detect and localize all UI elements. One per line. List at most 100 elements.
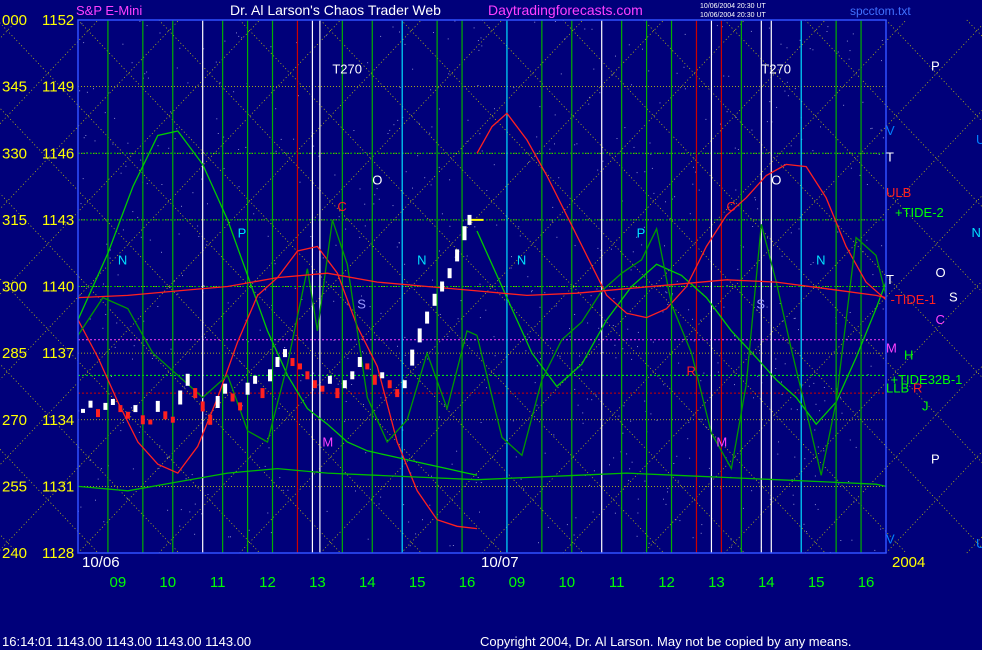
x-tick-label: 16 — [858, 574, 875, 591]
star-dot — [159, 445, 161, 447]
star-dot — [615, 55, 616, 57]
star-dot — [462, 220, 464, 222]
star-dot — [238, 149, 240, 150]
header-file: spcctom.txt — [850, 4, 911, 18]
star-dot — [651, 167, 653, 169]
star-dot — [326, 510, 328, 512]
price-bar — [238, 402, 243, 411]
star-dot — [344, 420, 346, 422]
star-dot — [477, 85, 479, 86]
star-dot — [866, 239, 868, 241]
star-dot — [569, 335, 571, 337]
price-bar — [148, 419, 153, 425]
star-dot — [125, 165, 127, 167]
star-dot — [146, 183, 148, 185]
star-dot — [157, 145, 159, 147]
price-bar — [365, 363, 370, 370]
star-dot — [448, 73, 450, 75]
star-dot — [170, 111, 172, 113]
star-dot — [189, 511, 191, 513]
star-dot — [586, 398, 588, 400]
star-dot — [183, 386, 185, 388]
star-dot — [846, 40, 848, 42]
star-dot — [793, 318, 795, 319]
star-dot — [650, 153, 652, 155]
star-dot — [159, 32, 161, 34]
star-dot — [431, 475, 432, 477]
star-dot — [592, 511, 594, 513]
chart-annotation: T270 — [332, 61, 362, 76]
star-dot — [438, 250, 440, 252]
star-dot — [751, 490, 753, 492]
star-dot — [692, 183, 694, 185]
star-dot — [474, 226, 476, 228]
x-day-label: 10/06 — [82, 554, 120, 571]
star-dot — [596, 288, 598, 290]
x-year-label: 2004 — [892, 554, 925, 571]
star-dot — [628, 479, 630, 481]
star-dot — [477, 477, 479, 478]
star-dot — [820, 126, 821, 128]
star-dot — [233, 91, 235, 93]
star-dot — [378, 198, 380, 200]
star-dot — [827, 26, 829, 28]
star-dot — [667, 487, 669, 489]
star-dot — [813, 382, 815, 384]
star-dot — [734, 384, 735, 386]
chart-annotation: C — [726, 199, 735, 214]
price-bar — [335, 388, 340, 399]
star-dot — [79, 294, 81, 296]
star-dot — [109, 257, 111, 259]
star-dot — [769, 498, 771, 500]
price-bar — [230, 393, 235, 402]
star-dot — [364, 203, 366, 205]
star-dot — [665, 291, 667, 293]
star-dot — [525, 350, 527, 352]
star-dot — [662, 311, 664, 313]
star-dot — [692, 318, 693, 320]
star-dot — [238, 35, 240, 37]
star-dot — [659, 102, 661, 104]
star-dot — [216, 118, 218, 120]
star-dot — [140, 236, 142, 238]
star-dot — [549, 148, 551, 150]
star-dot — [664, 245, 665, 247]
star-dot — [264, 465, 266, 467]
star-dot — [334, 174, 336, 176]
star-dot — [589, 484, 590, 486]
star-dot — [403, 504, 405, 506]
chart-annotation: R — [686, 363, 695, 378]
star-dot — [870, 128, 872, 130]
star-dot — [610, 248, 612, 250]
star-dot — [278, 407, 280, 409]
star-dot — [347, 357, 349, 359]
price-bar — [395, 389, 400, 398]
x-tick-label: 09 — [110, 574, 127, 591]
star-dot — [636, 535, 638, 537]
price-bar — [133, 405, 138, 413]
star-dot — [649, 142, 651, 144]
right-label: P — [931, 59, 940, 74]
star-dot — [270, 532, 272, 534]
star-dot — [120, 172, 122, 174]
price-bar — [110, 399, 115, 405]
chart-annotation: P — [238, 226, 247, 241]
star-dot — [284, 347, 286, 348]
star-dot — [100, 468, 102, 470]
x-tick-label: 13 — [309, 574, 326, 591]
star-dot — [597, 247, 599, 249]
price-bar — [440, 281, 445, 292]
star-dot — [515, 456, 517, 458]
star-dot — [841, 412, 843, 414]
star-dot — [544, 292, 546, 294]
star-dot — [708, 467, 710, 469]
star-dot — [439, 314, 441, 315]
star-dot — [187, 82, 189, 84]
star-dot — [131, 62, 133, 64]
star-dot — [477, 40, 479, 41]
price-bar — [163, 411, 168, 420]
star-dot — [429, 504, 431, 506]
star-dot — [730, 546, 732, 548]
star-dot — [759, 350, 760, 351]
x-tick-label: 10 — [159, 574, 176, 591]
